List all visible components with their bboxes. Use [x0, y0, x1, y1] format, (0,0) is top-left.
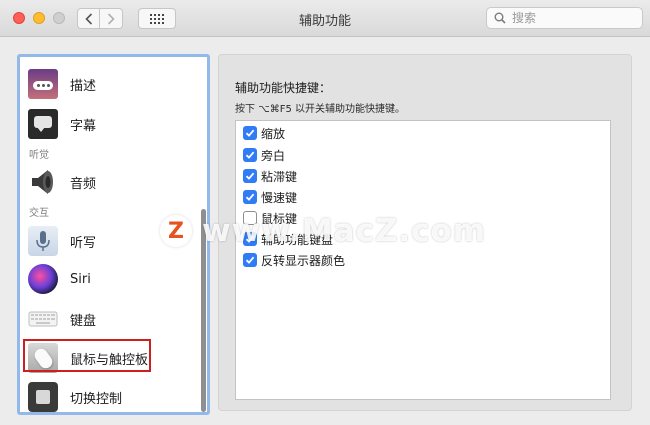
- sidebar-item-descriptions[interactable]: 描述: [28, 67, 188, 101]
- watermark: Z www.MacZ.com: [160, 213, 486, 249]
- shortcut-options-list: 缩放 旁白 粘滞键 慢速键 鼠标键 辅助功能键盘 反转显示器颜色: [235, 120, 611, 400]
- search-input[interactable]: [510, 10, 634, 26]
- option-label: 缩放: [261, 126, 286, 141]
- audio-description-icon: [28, 69, 58, 99]
- checkbox[interactable]: [243, 126, 257, 140]
- switch-control-icon: [28, 382, 58, 412]
- option-slow-keys[interactable]: 慢速键: [243, 187, 297, 207]
- watermark-text: www.MacZ.com: [202, 213, 487, 249]
- shortcut-hint: 按下 ⌥⌘F5 以开关辅助功能快捷键。: [235, 104, 405, 115]
- siri-icon: [28, 264, 58, 294]
- section-header-hearing: 听觉: [29, 150, 49, 161]
- speaker-icon: [28, 167, 58, 197]
- option-sticky-keys[interactable]: 粘滞键: [243, 166, 297, 186]
- checkbox[interactable]: [243, 190, 257, 204]
- sidebar-item-label: 音频: [70, 176, 97, 192]
- captions-icon: [28, 109, 58, 139]
- sidebar-item-audio[interactable]: 音频: [28, 165, 188, 199]
- checkbox[interactable]: [243, 148, 257, 162]
- checkbox[interactable]: [243, 169, 257, 183]
- keyboard-icon: [28, 304, 58, 334]
- checkmark-icon: [245, 151, 255, 159]
- shortcut-heading: 辅助功能快捷键：: [235, 81, 332, 95]
- sidebar-item-label: 键盘: [70, 313, 97, 329]
- option-voiceover[interactable]: 旁白: [243, 145, 285, 165]
- option-zoom[interactable]: 缩放: [243, 123, 285, 143]
- microphone-icon: [28, 226, 58, 256]
- sidebar-item-label: 字幕: [70, 118, 97, 134]
- sidebar-item-label: Siri: [70, 271, 91, 287]
- section-header-interaction: 交互: [29, 208, 49, 219]
- sidebar-item-label: 听写: [70, 235, 97, 251]
- checkmark-icon: [245, 172, 255, 180]
- highlight-box: [23, 339, 151, 372]
- checkmark-icon: [245, 193, 255, 201]
- sidebar-item-siri[interactable]: Siri: [28, 262, 188, 296]
- option-label: 粘滞键: [261, 169, 298, 184]
- z-logo-icon: Z: [160, 215, 192, 247]
- option-label: 反转显示器颜色: [261, 253, 346, 268]
- option-label: 慢速键: [261, 190, 298, 205]
- option-label: 旁白: [261, 148, 286, 163]
- sidebar-item-label: 描述: [70, 78, 97, 94]
- checkmark-icon: [245, 129, 255, 137]
- search-icon: [494, 12, 506, 24]
- sidebar-item-captions[interactable]: 字幕: [28, 107, 188, 141]
- option-invert-colors[interactable]: 反转显示器颜色: [243, 250, 345, 270]
- title-bar: 辅助功能: [0, 0, 650, 37]
- search-field[interactable]: [486, 7, 643, 29]
- sidebar-item-label: 切换控制: [70, 391, 123, 407]
- sidebar-item-keyboard[interactable]: 键盘: [28, 302, 188, 336]
- sidebar-item-switch-control[interactable]: 切换控制: [28, 380, 188, 412]
- checkmark-icon: [245, 256, 255, 264]
- checkbox[interactable]: [243, 253, 257, 267]
